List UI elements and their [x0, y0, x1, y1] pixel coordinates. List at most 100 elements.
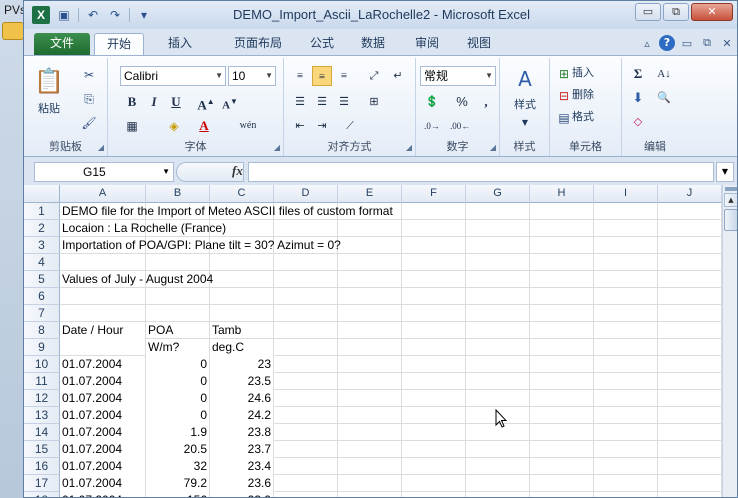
- cell-poa[interactable]: 0: [146, 373, 209, 390]
- cell-date[interactable]: 01.07.2004: [60, 390, 145, 407]
- cell-poa[interactable]: 20.5: [146, 441, 209, 458]
- cell-date[interactable]: 01.07.2004: [60, 492, 145, 497]
- format-cells-icon[interactable]: ▤: [556, 110, 572, 126]
- alignment-launcher-icon[interactable]: ◢: [406, 143, 412, 152]
- cell-poa[interactable]: 0: [146, 390, 209, 407]
- insert-function-icon[interactable]: fx: [232, 163, 243, 179]
- shrink-font-icon[interactable]: A▼: [220, 92, 240, 112]
- cell-b9[interactable]: W/m?: [146, 339, 209, 356]
- cell-tamb[interactable]: 23.4: [210, 458, 273, 475]
- column-header[interactable]: B: [146, 185, 210, 203]
- row-header[interactable]: 1: [24, 203, 60, 220]
- cell-a1[interactable]: DEMO file for the Import of Meteo ASCII …: [60, 203, 395, 220]
- align-bottom-icon[interactable]: ≡: [334, 66, 354, 86]
- cell-date[interactable]: 01.07.2004: [60, 441, 145, 458]
- underline-button[interactable]: U: [166, 92, 186, 112]
- currency-icon[interactable]: 💲: [422, 92, 442, 112]
- phonetic-button[interactable]: wén: [232, 116, 264, 136]
- decrease-indent-icon[interactable]: ⇤: [290, 116, 310, 136]
- clipboard-launcher-icon[interactable]: ◢: [98, 143, 104, 152]
- bold-button[interactable]: B: [122, 92, 142, 112]
- paste-button[interactable]: 粘贴: [30, 100, 68, 118]
- close-button[interactable]: ✕: [691, 3, 733, 21]
- styles-icon[interactable]: A: [512, 64, 538, 94]
- font-name-combo[interactable]: Calibri ▼: [120, 66, 226, 86]
- name-box[interactable]: G15 ▼: [34, 162, 174, 182]
- row-header[interactable]: 15: [24, 441, 60, 458]
- wrap-text-icon[interactable]: ↵: [388, 66, 408, 86]
- row-header[interactable]: 2: [24, 220, 60, 237]
- row-header[interactable]: 5: [24, 271, 60, 288]
- align-right-icon[interactable]: ☰: [334, 92, 354, 112]
- fill-color-icon[interactable]: ◈: [164, 116, 184, 136]
- row-header[interactable]: 6: [24, 288, 60, 305]
- scroll-up-icon[interactable]: ▲: [724, 193, 737, 207]
- cell-tamb[interactable]: 23.6: [210, 475, 273, 492]
- vertical-scrollbar[interactable]: ▲: [722, 185, 737, 497]
- column-header[interactable]: E: [338, 185, 402, 203]
- chevron-down-icon[interactable]: ▼: [504, 114, 546, 132]
- row-header[interactable]: 3: [24, 237, 60, 254]
- font-launcher-icon[interactable]: ◢: [274, 143, 280, 152]
- minimize-button[interactable]: ▭: [635, 3, 661, 21]
- cell-poa[interactable]: 1.9: [146, 424, 209, 441]
- row-header[interactable]: 12: [24, 390, 60, 407]
- cell-poa[interactable]: 0: [146, 356, 209, 373]
- copy-icon[interactable]: ⎘: [80, 90, 98, 108]
- column-header[interactable]: I: [594, 185, 658, 203]
- help-icon[interactable]: ?: [659, 35, 675, 51]
- cell-poa[interactable]: 0: [146, 407, 209, 424]
- format-button[interactable]: 格式: [572, 108, 610, 126]
- tab-insert[interactable]: 插入: [158, 33, 202, 55]
- row-header[interactable]: 9: [24, 339, 60, 356]
- cell-a8[interactable]: Date / Hour: [60, 322, 145, 339]
- formula-input[interactable]: [248, 162, 714, 182]
- column-header[interactable]: C: [210, 185, 274, 203]
- workbook-close-icon[interactable]: ✕: [719, 37, 735, 50]
- workbook-restore-icon[interactable]: ⧉: [699, 36, 715, 50]
- align-top-icon[interactable]: ≡: [290, 66, 310, 86]
- tab-page-layout[interactable]: 页面布局: [222, 33, 294, 55]
- expand-formula-bar-icon[interactable]: ▼: [716, 162, 734, 182]
- cell-date[interactable]: 01.07.2004: [60, 424, 145, 441]
- cell-a5[interactable]: Values of July - August 2004: [60, 271, 215, 288]
- row-header[interactable]: 11: [24, 373, 60, 390]
- select-all-corner[interactable]: [24, 185, 60, 203]
- align-left-icon[interactable]: ☰: [290, 92, 310, 112]
- align-center-icon[interactable]: ☰: [312, 92, 332, 112]
- column-header[interactable]: G: [466, 185, 530, 203]
- increase-decimal-icon[interactable]: .0→: [422, 116, 442, 136]
- tab-data[interactable]: 数据: [350, 33, 396, 55]
- background-app-button[interactable]: [2, 22, 24, 40]
- cell-tamb[interactable]: 23: [210, 356, 273, 373]
- row-header[interactable]: 13: [24, 407, 60, 424]
- delete-cells-icon[interactable]: ⊟: [556, 88, 572, 104]
- cell-a2[interactable]: Locaion : La Rochelle (France): [60, 220, 228, 237]
- row-header[interactable]: 10: [24, 356, 60, 373]
- row-header[interactable]: 17: [24, 475, 60, 492]
- cell-c8[interactable]: Tamb: [210, 322, 273, 339]
- row-header[interactable]: 18: [24, 492, 60, 497]
- column-header[interactable]: J: [658, 185, 722, 203]
- column-header[interactable]: D: [274, 185, 338, 203]
- cell-tamb[interactable]: 23.5: [210, 373, 273, 390]
- number-launcher-icon[interactable]: ◢: [490, 143, 496, 152]
- cut-icon[interactable]: ✂: [80, 66, 98, 84]
- number-format-combo[interactable]: 常规 ▼: [420, 66, 496, 86]
- styles-button[interactable]: 样式: [504, 96, 546, 114]
- grow-font-icon[interactable]: A▲: [196, 92, 216, 112]
- tab-review[interactable]: 审阅: [404, 33, 450, 55]
- orientation-icon[interactable]: ⤢: [364, 66, 384, 86]
- row-header[interactable]: 7: [24, 305, 60, 322]
- increase-indent-icon[interactable]: ⇥: [312, 116, 332, 136]
- cell-c9[interactable]: deg.C: [210, 339, 273, 356]
- cell-date[interactable]: 01.07.2004: [60, 373, 145, 390]
- merge-center-icon[interactable]: ⊞: [364, 92, 384, 112]
- italic-button[interactable]: I: [144, 92, 164, 112]
- cell-tamb[interactable]: 23.8: [210, 424, 273, 441]
- tab-view[interactable]: 视图: [456, 33, 502, 55]
- restore-button[interactable]: ⧉: [663, 3, 689, 21]
- cell-tamb[interactable]: 23.7: [210, 441, 273, 458]
- cell-poa[interactable]: 79.2: [146, 475, 209, 492]
- comma-button[interactable]: ,: [476, 92, 496, 112]
